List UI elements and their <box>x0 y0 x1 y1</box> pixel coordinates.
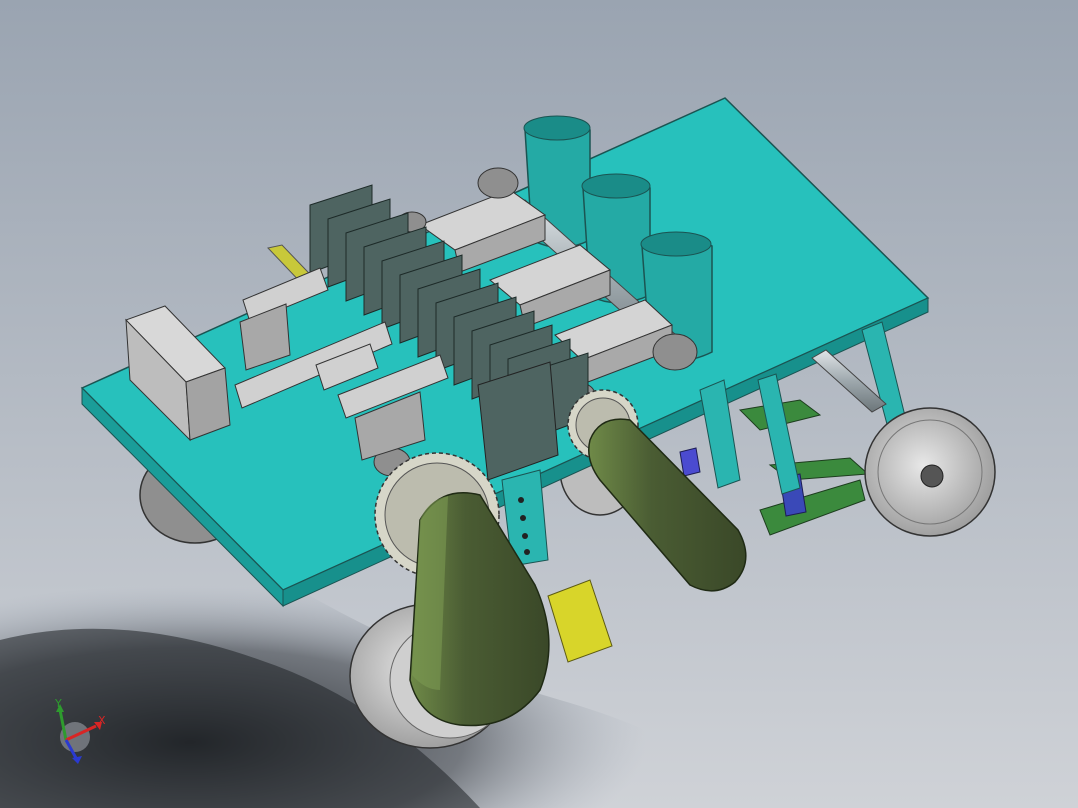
model-render[interactable]: Y X <box>0 0 1078 808</box>
triad-x-label: X <box>98 714 106 727</box>
right-front-wheel <box>864 407 996 537</box>
cad-viewport[interactable]: Y X <box>0 0 1078 808</box>
triad-y-label: Y <box>54 697 62 710</box>
